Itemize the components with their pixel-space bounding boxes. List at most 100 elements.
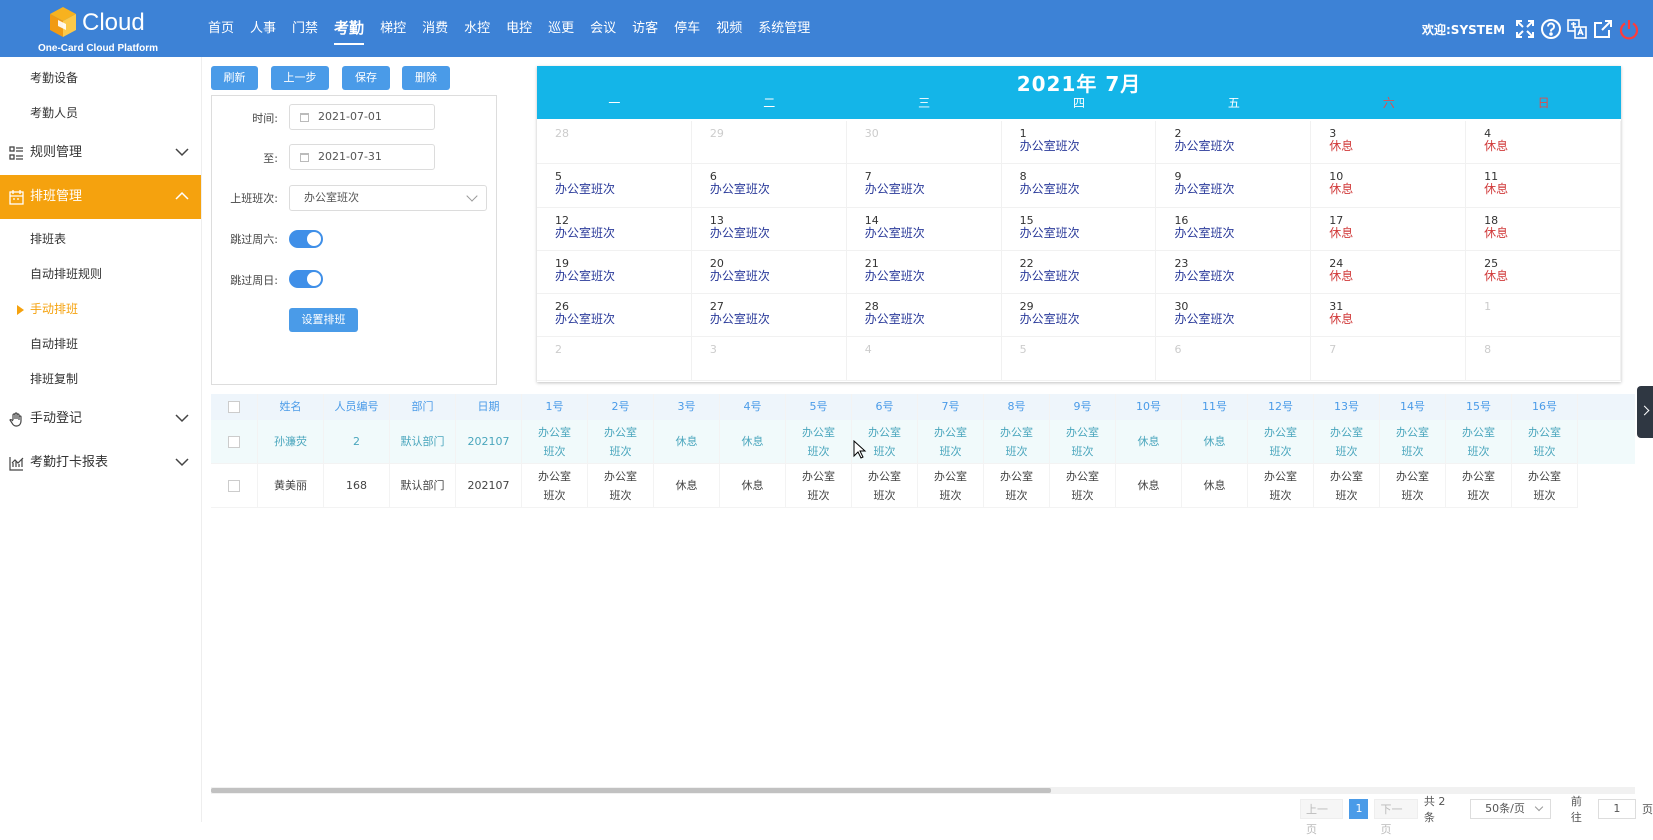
column-header[interactable]: 10号 bbox=[1116, 394, 1182, 420]
column-header[interactable]: 姓名 bbox=[258, 394, 324, 420]
column-header[interactable]: 13号 bbox=[1314, 394, 1380, 420]
column-header[interactable]: 人员编号 bbox=[324, 394, 390, 420]
next-page-button[interactable]: 下一页 bbox=[1374, 799, 1418, 836]
sidebar-item-schedule-table[interactable]: 排班表 bbox=[0, 222, 201, 257]
sidebar-group-manual-register[interactable]: 手动登记 bbox=[0, 397, 201, 441]
current-page[interactable]: 1 bbox=[1349, 799, 1369, 819]
column-header[interactable]: 9号 bbox=[1050, 394, 1116, 420]
column-header[interactable]: 15号 bbox=[1446, 394, 1512, 420]
calendar-day[interactable]: 31 休息 bbox=[1311, 294, 1467, 337]
calendar-day[interactable]: 5 bbox=[1002, 337, 1157, 380]
nav-item[interactable]: 梯控 bbox=[380, 0, 406, 57]
shift-select[interactable]: 办公室班次 bbox=[289, 185, 487, 211]
sidebar-group-attendance-report[interactable]: 考勤打卡报表 bbox=[0, 441, 201, 485]
power-icon[interactable] bbox=[1618, 18, 1640, 40]
calendar-day[interactable]: 14 办公室班次 bbox=[847, 207, 1002, 250]
nav-item[interactable]: 考勤 bbox=[334, 2, 365, 45]
column-header[interactable]: 2号 bbox=[588, 394, 654, 420]
refresh-button[interactable]: 刷新 bbox=[211, 66, 258, 90]
calendar-day[interactable]: 11 休息 bbox=[1466, 164, 1622, 207]
calendar-day[interactable]: 29 bbox=[692, 121, 847, 164]
calendar-day[interactable]: 21 办公室班次 bbox=[847, 250, 1002, 294]
page-size-select[interactable]: 50条/页 bbox=[1470, 799, 1551, 819]
column-header[interactable]: 4号 bbox=[720, 394, 786, 420]
calendar-day[interactable]: 12 办公室班次 bbox=[537, 207, 692, 250]
nav-item[interactable]: 访客 bbox=[632, 0, 658, 57]
calendar-day[interactable]: 30 bbox=[847, 121, 1002, 164]
calendar-day[interactable]: 28 办公室班次 bbox=[847, 294, 1002, 337]
calendar-day[interactable]: 6 办公室班次 bbox=[692, 164, 847, 207]
calendar-day[interactable]: 29 办公室班次 bbox=[1002, 294, 1157, 337]
nav-item[interactable]: 系统管理 bbox=[758, 0, 810, 57]
language-icon[interactable] bbox=[1566, 18, 1588, 40]
end-date-input[interactable]: 2021-07-31 bbox=[289, 144, 435, 170]
nav-item[interactable]: 首页 bbox=[208, 0, 234, 57]
column-header[interactable]: 日期 bbox=[456, 394, 522, 420]
calendar-day[interactable]: 22 办公室班次 bbox=[1002, 250, 1157, 294]
column-header[interactable]: 部门 bbox=[390, 394, 456, 420]
sidebar-item-auto-schedule[interactable]: 自动排班 bbox=[0, 327, 201, 362]
previous-step-button[interactable]: 上一步 bbox=[271, 66, 329, 90]
column-header[interactable]: 3号 bbox=[654, 394, 720, 420]
calendar-day[interactable]: 15 办公室班次 bbox=[1002, 207, 1157, 250]
nav-item[interactable]: 消费 bbox=[422, 0, 448, 57]
calendar-day[interactable]: 2 办公室班次 bbox=[1156, 121, 1312, 164]
nav-item[interactable]: 巡更 bbox=[548, 0, 574, 57]
table-row[interactable]: 孙濂荧 2 默认部门 202107 办公室班次 办公室班次 休息 休息 办公室班次 办公室班次 办公… bbox=[211, 420, 1635, 464]
skip-saturday-toggle[interactable] bbox=[289, 230, 323, 248]
calendar-day[interactable]: 4 休息 bbox=[1466, 121, 1622, 164]
calendar-day[interactable]: 18 休息 bbox=[1466, 207, 1622, 250]
fullscreen-icon[interactable] bbox=[1514, 18, 1536, 40]
calendar-day[interactable]: 20 办公室班次 bbox=[692, 250, 847, 294]
help-icon[interactable] bbox=[1540, 18, 1562, 40]
row-checkbox[interactable] bbox=[228, 479, 240, 492]
calendar-day[interactable]: 3 bbox=[692, 337, 847, 380]
nav-item[interactable]: 人事 bbox=[250, 0, 276, 57]
calendar-day[interactable]: 4 bbox=[847, 337, 1002, 380]
calendar-day[interactable]: 26 办公室班次 bbox=[537, 294, 692, 337]
calendar-day[interactable]: 16 办公室班次 bbox=[1156, 207, 1312, 250]
calendar-day[interactable]: 7 办公室班次 bbox=[847, 164, 1002, 207]
calendar-day[interactable]: 6 bbox=[1156, 337, 1312, 380]
column-header[interactable]: 5号 bbox=[786, 394, 852, 420]
sidebar-group-rules[interactable]: 规则管理 bbox=[0, 131, 201, 175]
sidebar-group-scheduling[interactable]: 排班管理 bbox=[0, 175, 201, 219]
calendar-day[interactable]: 27 办公室班次 bbox=[692, 294, 847, 337]
calendar-day[interactable]: 13 办公室班次 bbox=[692, 207, 847, 250]
sidebar-item-auto-schedule-rules[interactable]: 自动排班规则 bbox=[0, 257, 201, 292]
calendar-day[interactable]: 5 办公室班次 bbox=[537, 164, 692, 207]
calendar-day[interactable]: 17 休息 bbox=[1311, 207, 1467, 250]
column-header[interactable]: 8号 bbox=[984, 394, 1050, 420]
calendar-day[interactable]: 3 休息 bbox=[1311, 121, 1467, 164]
column-header[interactable]: 7号 bbox=[918, 394, 984, 420]
calendar-day[interactable]: 1 办公室班次 bbox=[1002, 121, 1157, 164]
calendar-day[interactable]: 24 休息 bbox=[1311, 250, 1467, 294]
sidebar-item-schedule-copy[interactable]: 排班复制 bbox=[0, 362, 201, 397]
calendar-day[interactable]: 7 bbox=[1311, 337, 1467, 380]
calendar-day[interactable]: 19 办公室班次 bbox=[537, 250, 692, 294]
skip-sunday-toggle[interactable] bbox=[289, 270, 323, 288]
sidebar-item-manual-schedule[interactable]: 手动排班 bbox=[0, 292, 201, 327]
calendar-day[interactable]: 25 休息 bbox=[1466, 250, 1622, 294]
logo[interactable]: Cloud One-Card Cloud Platform bbox=[36, 4, 176, 54]
column-header[interactable]: 16号 bbox=[1512, 394, 1578, 420]
side-panel-toggle[interactable] bbox=[1637, 386, 1653, 438]
row-checkbox[interactable] bbox=[228, 435, 240, 448]
calendar-day[interactable]: 30 办公室班次 bbox=[1156, 294, 1312, 337]
nav-item[interactable]: 停车 bbox=[674, 0, 700, 57]
calendar-day[interactable]: 28 bbox=[537, 121, 692, 164]
table-row[interactable]: 黄美丽 168 默认部门 202107 办公室班次 办公室班次 休息 休息 办公室班次 办公室班次… bbox=[211, 464, 1635, 508]
calendar-day[interactable]: 10 休息 bbox=[1311, 164, 1467, 207]
sidebar-item-attendance-staff[interactable]: 考勤人员 bbox=[0, 96, 201, 131]
column-header[interactable]: 12号 bbox=[1248, 394, 1314, 420]
sidebar-item-attendance-device[interactable]: 考勤设备 bbox=[0, 61, 201, 96]
set-schedule-button[interactable]: 设置排班 bbox=[289, 308, 358, 332]
external-link-icon[interactable] bbox=[1592, 18, 1614, 40]
nav-item[interactable]: 门禁 bbox=[292, 0, 318, 57]
delete-button[interactable]: 删除 bbox=[402, 66, 450, 90]
calendar-day[interactable]: 1 bbox=[1466, 294, 1622, 337]
column-header[interactable]: 6号 bbox=[852, 394, 918, 420]
column-header[interactable]: 11号 bbox=[1182, 394, 1248, 420]
calendar-day[interactable]: 8 办公室班次 bbox=[1002, 164, 1157, 207]
horizontal-scrollbar-thumb[interactable] bbox=[211, 788, 1051, 793]
